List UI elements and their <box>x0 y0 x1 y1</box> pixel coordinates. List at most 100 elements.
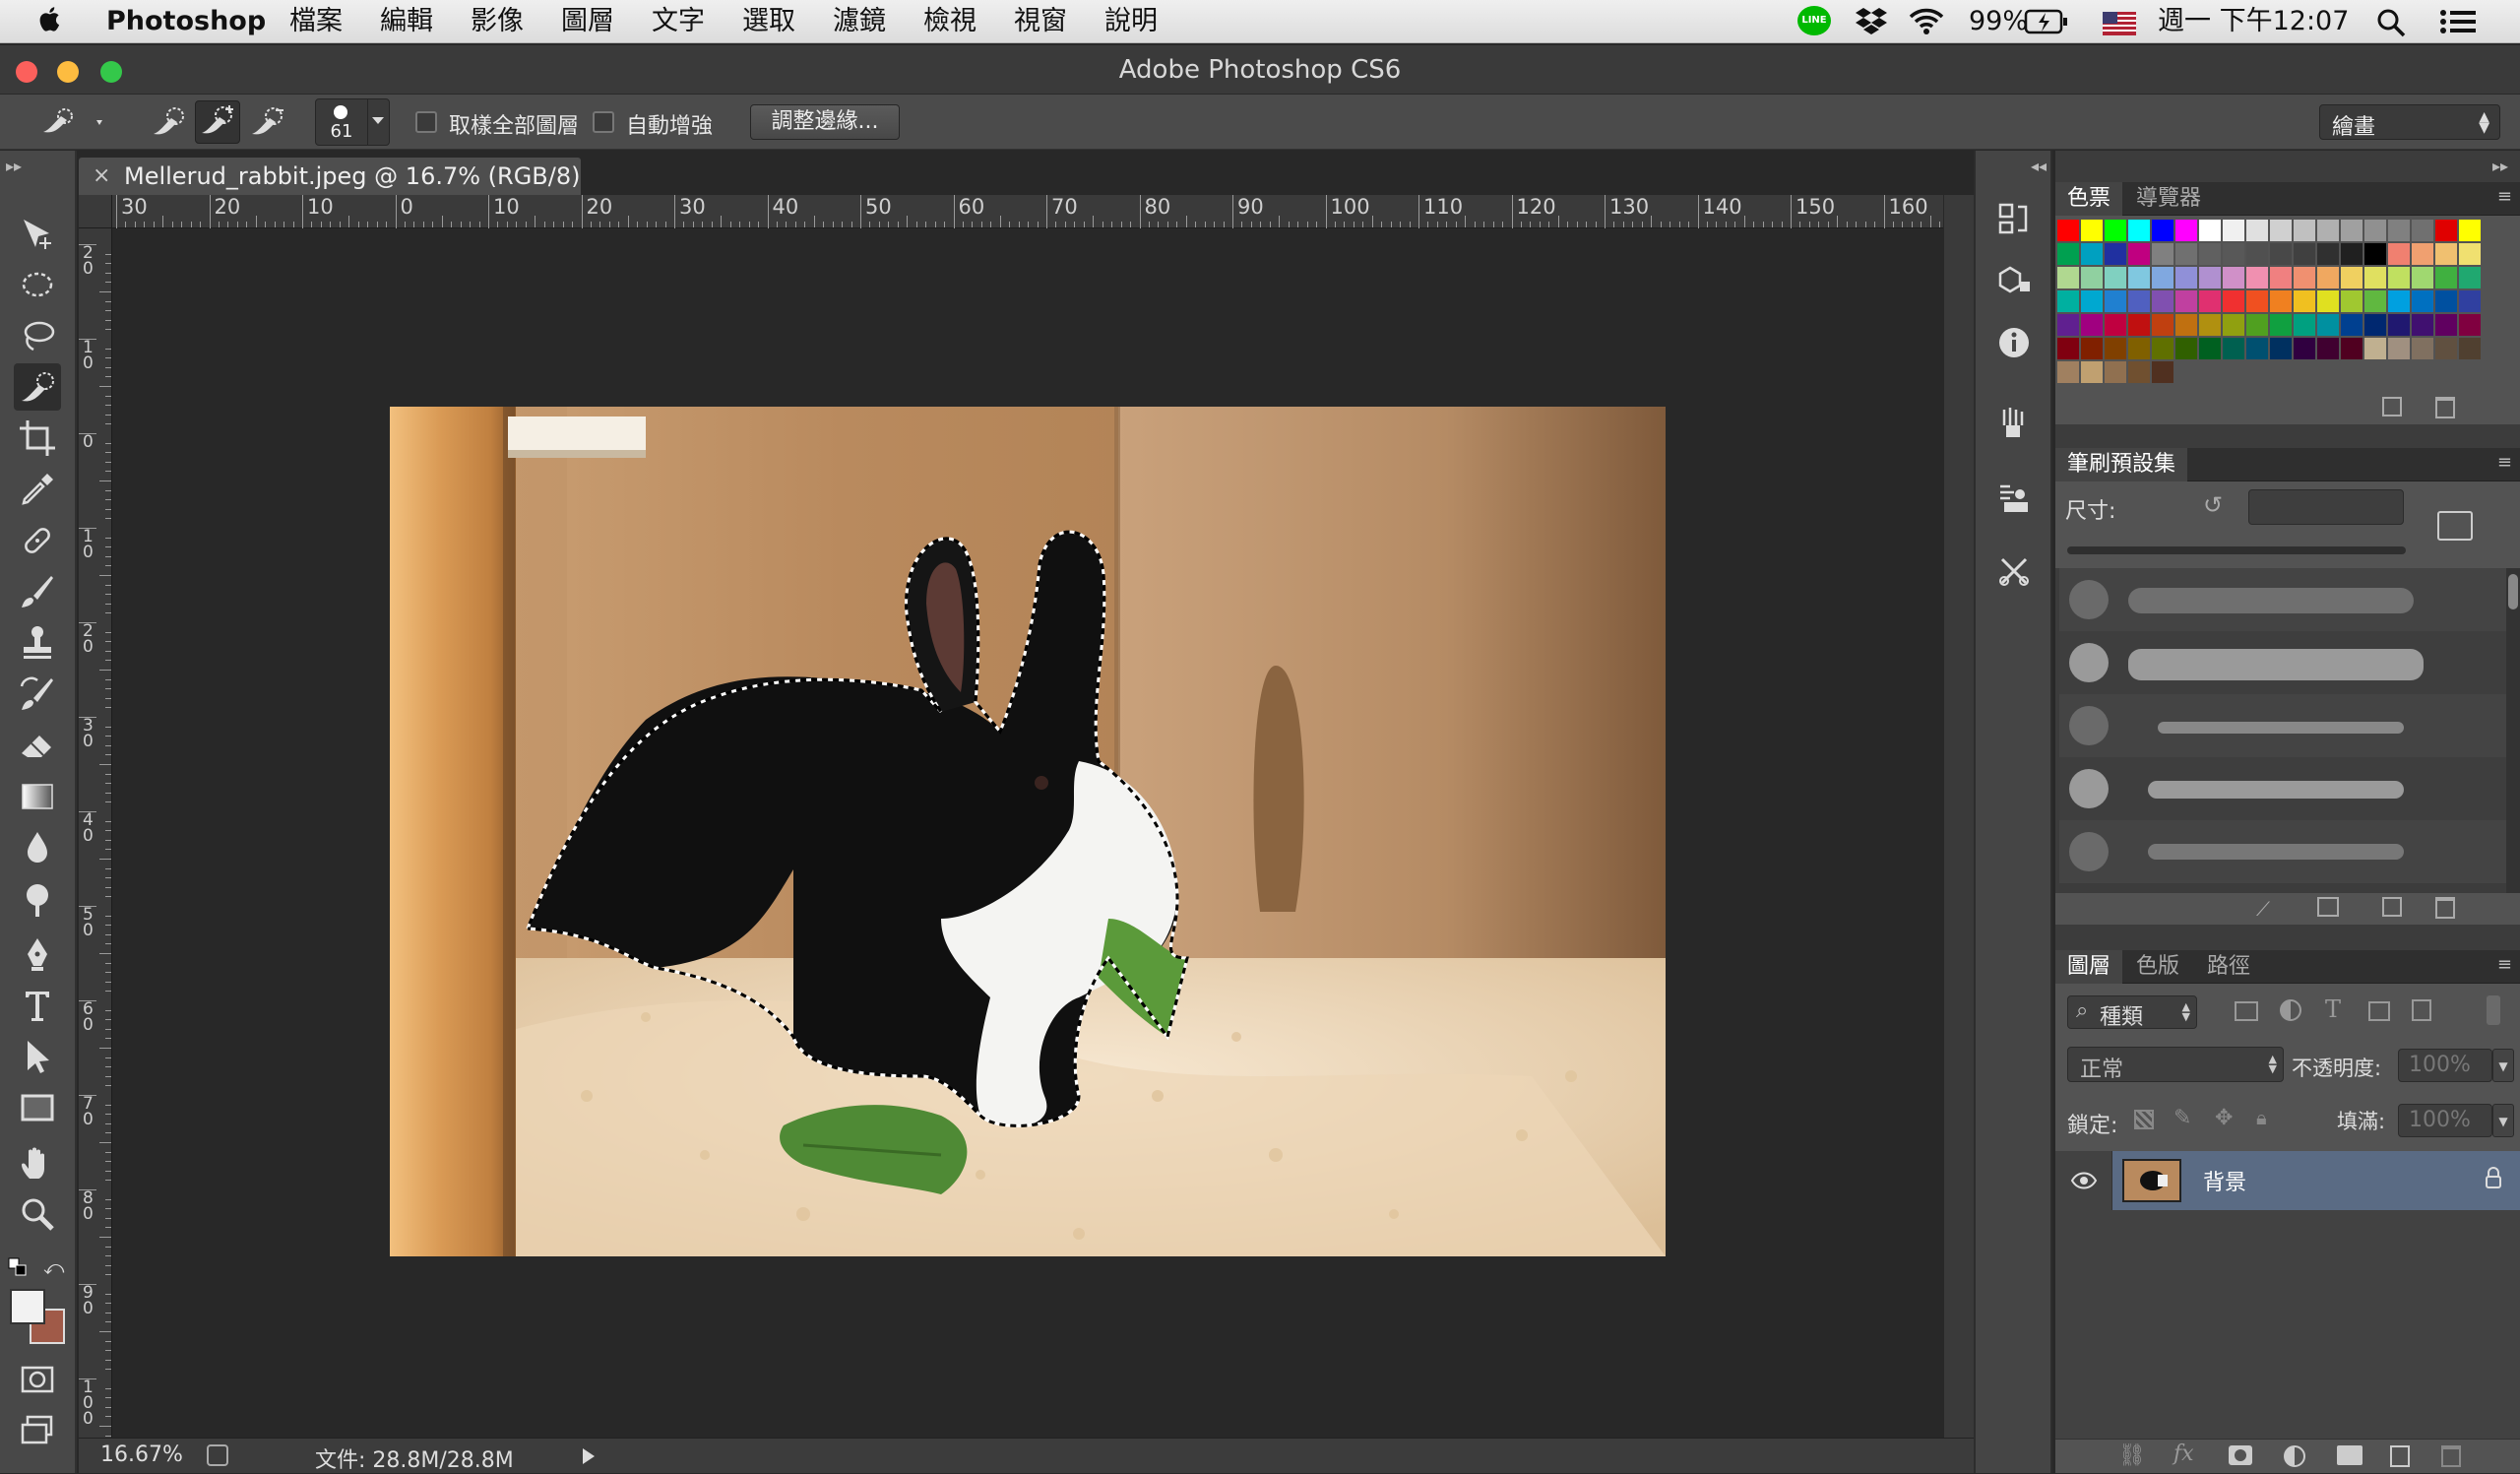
color-swatch[interactable] <box>2341 338 2362 359</box>
menu-window[interactable]: 視窗 <box>1014 4 1067 39</box>
app-name[interactable]: Photoshop <box>106 4 266 39</box>
color-swatch[interactable] <box>2341 267 2362 288</box>
color-swatch[interactable] <box>2388 243 2410 265</box>
color-swatch[interactable] <box>2175 243 2197 265</box>
fill-field[interactable]: 100% <box>2398 1104 2492 1137</box>
toggle-brush-panel-icon[interactable]: ⟋ <box>2256 897 2270 921</box>
lock-pixels-icon[interactable]: ✎ <box>2174 1106 2191 1130</box>
color-swatch[interactable] <box>2435 314 2457 336</box>
color-swatch[interactable] <box>2175 290 2197 312</box>
delete-brush-icon[interactable] <box>2435 897 2455 919</box>
create-brush-icon[interactable] <box>2437 511 2473 541</box>
color-swatch[interactable] <box>2081 290 2103 312</box>
color-swatch[interactable] <box>2388 314 2410 336</box>
type-tool-icon[interactable] <box>14 982 61 1029</box>
color-swatch[interactable] <box>2152 361 2174 383</box>
horizontal-ruler[interactable]: 30 20 10 0 10 20 30 40 50 60 70 80 90 100 110 120 130 140… <box>112 195 1969 228</box>
close-button[interactable] <box>16 61 37 83</box>
new-swatch-icon[interactable] <box>2382 397 2402 417</box>
color-swatch[interactable] <box>2270 290 2292 312</box>
foreground-color-swatch[interactable] <box>10 1289 45 1324</box>
menu-file[interactable]: 檔案 <box>289 4 343 39</box>
color-swatch[interactable] <box>2175 338 2197 359</box>
color-swatch[interactable] <box>2057 220 2079 241</box>
color-swatch[interactable] <box>2081 267 2103 288</box>
color-swatch[interactable] <box>2317 267 2339 288</box>
size-slider[interactable] <box>2067 546 2406 554</box>
opacity-field[interactable]: 100% <box>2398 1049 2492 1082</box>
clone-stamp-tool-icon[interactable] <box>14 619 61 667</box>
color-swatch[interactable] <box>2152 338 2174 359</box>
brush-panel-icon[interactable] <box>1991 401 2037 446</box>
color-swatch[interactable] <box>2199 338 2221 359</box>
color-swatch[interactable] <box>2435 338 2457 359</box>
adjustment-layer-icon[interactable] <box>2284 1445 2305 1467</box>
lock-transparent-icon[interactable] <box>2134 1110 2154 1129</box>
menu-help[interactable]: 說明 <box>1104 4 1158 39</box>
color-swatch[interactable] <box>2105 338 2126 359</box>
vertical-ruler[interactable]: 20 10 0 10 20 30 40 50 60 70 80 90 100 <box>79 195 112 1465</box>
color-swatch[interactable] <box>2435 290 2457 312</box>
flag-icon[interactable] <box>2103 10 2136 45</box>
color-swatch[interactable] <box>2317 338 2339 359</box>
color-swatch[interactable] <box>2128 338 2150 359</box>
brush-size-field[interactable] <box>2248 489 2404 525</box>
color-swatch[interactable] <box>2412 338 2433 359</box>
fill-dropdown-icon[interactable]: ▼ <box>2492 1104 2514 1137</box>
path-selection-tool-icon[interactable] <box>14 1033 61 1080</box>
blend-mode-select[interactable]: 正常 ▲ ▼ <box>2067 1047 2284 1082</box>
color-swatch[interactable] <box>2105 361 2126 383</box>
layer-thumbnail[interactable] <box>2122 1159 2181 1202</box>
wifi-icon[interactable] <box>1908 6 1945 41</box>
color-swatch[interactable] <box>2412 290 2433 312</box>
color-swatch[interactable] <box>2294 243 2315 265</box>
apple-icon[interactable] <box>39 4 63 39</box>
brush-preset-2[interactable] <box>2059 631 2506 694</box>
brush-preset-5[interactable] <box>2059 820 2506 883</box>
menu-select[interactable]: 選取 <box>742 4 795 39</box>
tab-layers[interactable]: 圖層 <box>2055 950 2123 984</box>
color-swatch[interactable] <box>2057 267 2079 288</box>
color-swatch[interactable] <box>2081 243 2103 265</box>
sample-all-layers-checkbox[interactable] <box>415 111 437 133</box>
brush-list-scrollbar[interactable] <box>2506 568 2520 893</box>
color-swatch[interactable] <box>2317 220 2339 241</box>
minimize-button[interactable] <box>57 61 79 83</box>
zoom-tool-icon[interactable] <box>14 1190 61 1238</box>
color-swatch[interactable] <box>2152 243 2174 265</box>
filter-shape-icon[interactable] <box>2368 1001 2390 1021</box>
document-canvas[interactable] <box>390 407 1666 1256</box>
menu-image[interactable]: 影像 <box>471 4 524 39</box>
color-swatch[interactable] <box>2152 267 2174 288</box>
color-swatch[interactable] <box>2459 290 2481 312</box>
status-info-icon[interactable] <box>207 1444 228 1466</box>
layer-filter-select[interactable]: ⌕ 種類 ▲ ▼ <box>2067 995 2197 1030</box>
menu-layer[interactable]: 圖層 <box>561 4 614 39</box>
default-colors-icon[interactable] <box>8 1257 28 1277</box>
color-swatch[interactable] <box>2364 290 2386 312</box>
color-swatch[interactable] <box>2057 243 2079 265</box>
link-layers-icon[interactable]: ⛓︎ <box>2118 1443 2146 1468</box>
color-swatch[interactable] <box>2317 290 2339 312</box>
color-swatch[interactable] <box>2246 338 2268 359</box>
color-swatch[interactable] <box>2317 243 2339 265</box>
filter-pixel-icon[interactable] <box>2235 1001 2258 1021</box>
menu-type[interactable]: 文字 <box>652 4 705 39</box>
color-swatch[interactable] <box>2152 290 2174 312</box>
color-swatch[interactable] <box>2388 267 2410 288</box>
reset-size-icon[interactable]: ↺ <box>2203 491 2223 519</box>
crop-tool-icon[interactable] <box>14 415 61 462</box>
color-swatch[interactable] <box>2364 220 2386 241</box>
color-swatch[interactable] <box>2057 290 2079 312</box>
color-swatch[interactable] <box>2388 338 2410 359</box>
new-brush-icon[interactable] <box>2382 897 2402 917</box>
color-swatch[interactable] <box>2459 267 2481 288</box>
color-swatch[interactable] <box>2199 290 2221 312</box>
color-swatch[interactable] <box>2435 243 2457 265</box>
color-swatch[interactable] <box>2294 338 2315 359</box>
color-swatch[interactable] <box>2412 267 2433 288</box>
layer-style-icon[interactable]: fx <box>2174 1442 2194 1466</box>
pen-tool-icon[interactable] <box>14 930 61 978</box>
color-swatch[interactable] <box>2294 290 2315 312</box>
color-swatch[interactable] <box>2152 220 2174 241</box>
